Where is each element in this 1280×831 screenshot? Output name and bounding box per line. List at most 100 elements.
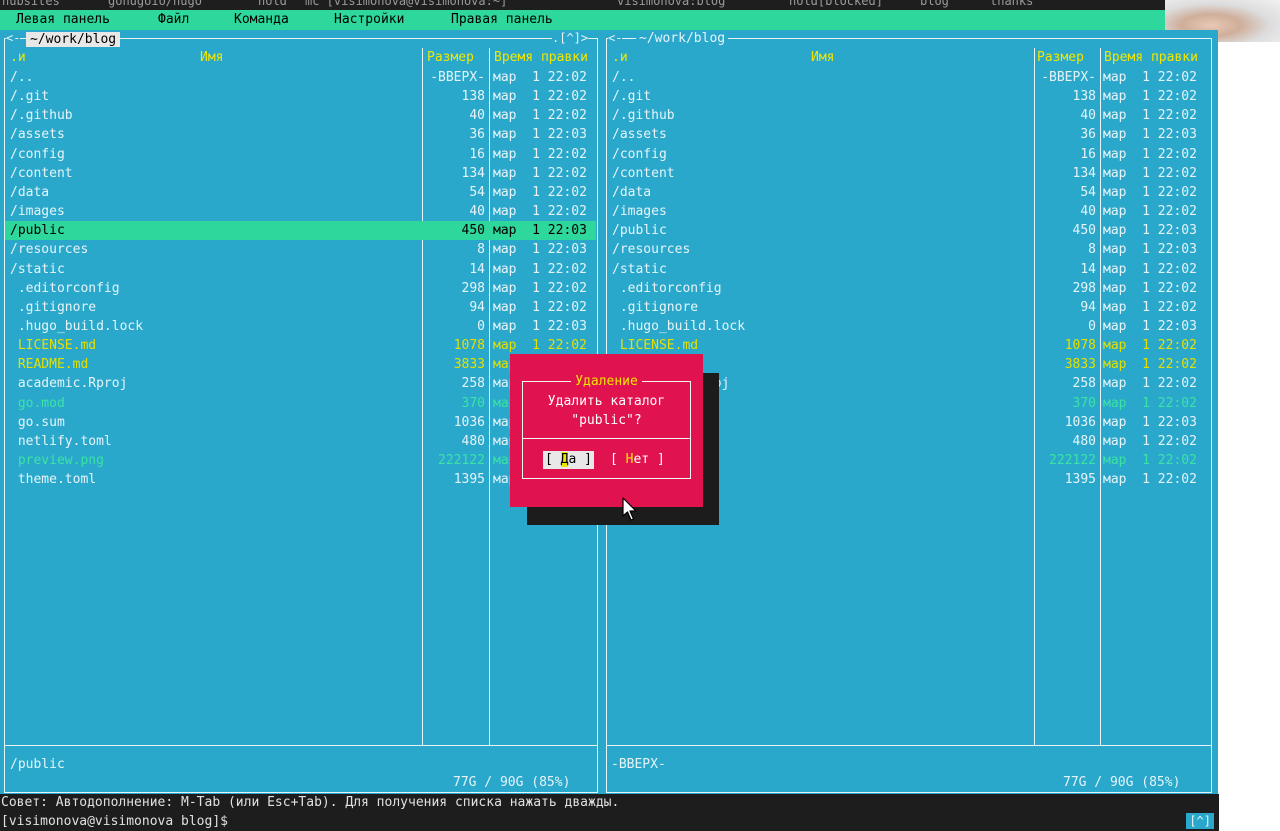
file-row[interactable]: /content 134 мар 1 22:02	[5, 164, 596, 183]
file-size: 3833	[1064, 357, 1096, 373]
file-row[interactable]: preview.png222122мар 1 22:02	[5, 451, 596, 470]
terminal-tab[interactable]: thanks	[990, 0, 1033, 8]
shell-prompt[interactable]: [visimonova@visimonova blog]$ [^]	[0, 812, 1219, 831]
file-name: README.md	[10, 357, 89, 373]
file-name: /public	[612, 223, 667, 239]
file-size: 450	[1072, 223, 1096, 239]
file-row[interactable]: /static 14 мар 1 22:02	[607, 260, 1210, 279]
terminal-tab[interactable]: hold[blocked]	[789, 0, 883, 8]
left-sort-indicator[interactable]: .и	[10, 50, 26, 65]
file-row[interactable]: /config 16 мар 1 22:02	[607, 145, 1210, 164]
file-row[interactable]: README.md3833мар 1 22:02	[5, 355, 596, 374]
file-size: 8	[477, 242, 485, 258]
terminal-tab[interactable]: mc [visimonova@visimonova:~]	[305, 0, 507, 8]
file-row[interactable]: /.git 138 мар 1 22:02	[5, 87, 596, 106]
file-row[interactable]: /.. -ВВЕРХ-мар 1 22:02	[607, 68, 1210, 87]
file-row[interactable]: /assets 36 мар 1 22:03	[5, 125, 596, 144]
left-header-time[interactable]: Время правки	[494, 50, 588, 65]
file-size: 258	[461, 376, 485, 392]
file-mtime: мар 1 22:03	[493, 127, 587, 143]
file-row[interactable]: /images 40 мар 1 22:02	[5, 202, 596, 221]
file-row[interactable]: .hugo_build.lock 0 мар 1 22:03	[5, 317, 596, 336]
right-header-name[interactable]: Имя	[811, 50, 834, 65]
left-panel-corner[interactable]: .[^]>	[552, 31, 589, 45]
file-row[interactable]: /.. -ВВЕРХ-мар 1 22:02	[5, 68, 596, 87]
file-row[interactable]: /assets 36 мар 1 22:03	[607, 125, 1210, 144]
right-panel-path[interactable]: ~/work/blog	[636, 31, 729, 46]
file-row[interactable]: theme.toml1395мар 1 22:02	[5, 470, 596, 489]
file-size: 1036	[1064, 414, 1096, 430]
file-row[interactable]: .editorconfig 298 мар 1 22:02	[607, 279, 1210, 298]
yes-button[interactable]: [ Да ]	[543, 451, 594, 469]
menu-command[interactable]: Команда	[234, 12, 289, 27]
file-size: 14	[1080, 261, 1096, 277]
file-row[interactable]: .gitignore 94 мар 1 22:02	[607, 298, 1210, 317]
file-row[interactable]: /config 16 мар 1 22:02	[5, 145, 596, 164]
file-name: go.mod	[10, 395, 65, 411]
file-row[interactable]: LICENSE.md 1078 мар 1 22:02	[5, 336, 596, 355]
terminal-tab[interactable]: hubsites	[2, 0, 60, 8]
left-panel-path[interactable]: ~/work/blog	[26, 32, 121, 47]
file-mtime: мар 1 22:02	[1103, 108, 1197, 124]
file-row[interactable]: academic.Rproj258мар 1 22:02	[5, 374, 596, 393]
file-mtime: мар 1 22:02	[1103, 453, 1197, 468]
file-row[interactable]: /images 40 мар 1 22:02	[607, 202, 1210, 221]
right-sort-indicator[interactable]: .и	[612, 50, 628, 65]
menu-right-panel[interactable]: Правая панель	[451, 12, 553, 27]
right-header-time[interactable]: Время правки	[1104, 50, 1198, 65]
mouse-pointer-icon	[622, 497, 637, 521]
file-size: 134	[461, 165, 485, 181]
file-row[interactable]: /public 450 мар 1 22:03	[607, 221, 1210, 240]
file-row[interactable]: /.github 40 мар 1 22:02	[5, 106, 596, 125]
file-row[interactable]: go.sum1036мар 1 22:03	[5, 413, 596, 432]
file-row[interactable]: /.git 138 мар 1 22:02	[607, 87, 1210, 106]
menu-settings[interactable]: Настройки	[334, 12, 404, 27]
file-row[interactable]: /resources 8 мар 1 22:03	[5, 240, 596, 259]
left-header-size[interactable]: Размер	[427, 50, 474, 65]
prompt-history-button[interactable]: [^]	[1186, 813, 1214, 829]
file-mtime: мар 1 22:02	[1103, 299, 1197, 315]
menu-left-panel[interactable]: Левая панель	[16, 12, 110, 27]
file-name: LICENSE.md	[10, 338, 97, 354]
file-size: 94	[469, 299, 485, 315]
file-row[interactable]: /data 54 мар 1 22:02	[5, 183, 596, 202]
file-mtime: мар 1 22:02	[1103, 89, 1197, 105]
no-button[interactable]: [ Нет ]	[610, 451, 665, 469]
file-row-selected[interactable]: /public 450 мар 1 22:03	[5, 221, 596, 241]
file-size: 134	[1072, 165, 1096, 181]
file-row[interactable]: netlify.toml480мар 1 22:02	[5, 432, 596, 451]
file-mtime: мар 1 22:02	[1103, 146, 1197, 162]
file-row[interactable]: /resources 8 мар 1 22:03	[607, 240, 1210, 259]
menu-file[interactable]: Файл	[158, 12, 189, 27]
terminal-tab-strip: hubsites gohugoio/hugo hold mc [visimonova@…	[0, 0, 1165, 10]
right-panel-corner-arrow[interactable]: <-	[608, 31, 623, 45]
file-size: 40	[1080, 108, 1096, 124]
file-size: 40	[469, 108, 485, 124]
no-button-open: [	[610, 452, 626, 467]
file-size: 16	[1080, 146, 1096, 162]
file-row[interactable]: /static 14 мар 1 22:02	[5, 260, 596, 279]
file-row[interactable]: /content 134 мар 1 22:02	[607, 164, 1210, 183]
right-header-size[interactable]: Размер	[1037, 50, 1084, 65]
file-row[interactable]: /data 54 мар 1 22:02	[607, 183, 1210, 202]
shell-prompt-text: [visimonova@visimonova blog]$	[1, 814, 228, 829]
file-row[interactable]: .gitignore 94 мар 1 22:02	[5, 298, 596, 317]
file-row[interactable]: go.mod370мар 1 22:02	[5, 394, 596, 413]
terminal-tab[interactable]: hold	[258, 0, 287, 8]
file-name: .editorconfig	[612, 280, 722, 296]
file-name: /.git	[612, 89, 652, 105]
terminal-tab[interactable]: visimonova:blog	[617, 0, 725, 8]
file-mtime: мар 1 22:03	[493, 223, 587, 239]
file-name: go.sum	[10, 414, 65, 430]
file-row[interactable]: LICENSE.md 1078 мар 1 22:02	[607, 336, 1210, 355]
terminal-tab[interactable]: gohugoio/hugo	[108, 0, 202, 8]
file-name: /static	[10, 261, 65, 277]
file-row[interactable]: .editorconfig 298 мар 1 22:02	[5, 279, 596, 298]
file-row[interactable]: .hugo_build.lock 0 мар 1 22:03	[607, 317, 1210, 336]
left-header-name[interactable]: Имя	[200, 50, 223, 65]
file-name: /assets	[10, 127, 65, 143]
right-status-line: -ВВЕРХ-	[611, 757, 666, 772]
file-row[interactable]: /.github 40 мар 1 22:02	[607, 106, 1210, 125]
terminal-tab[interactable]: blog	[920, 0, 949, 8]
left-panel-corner-arrow[interactable]: <-	[6, 31, 21, 45]
